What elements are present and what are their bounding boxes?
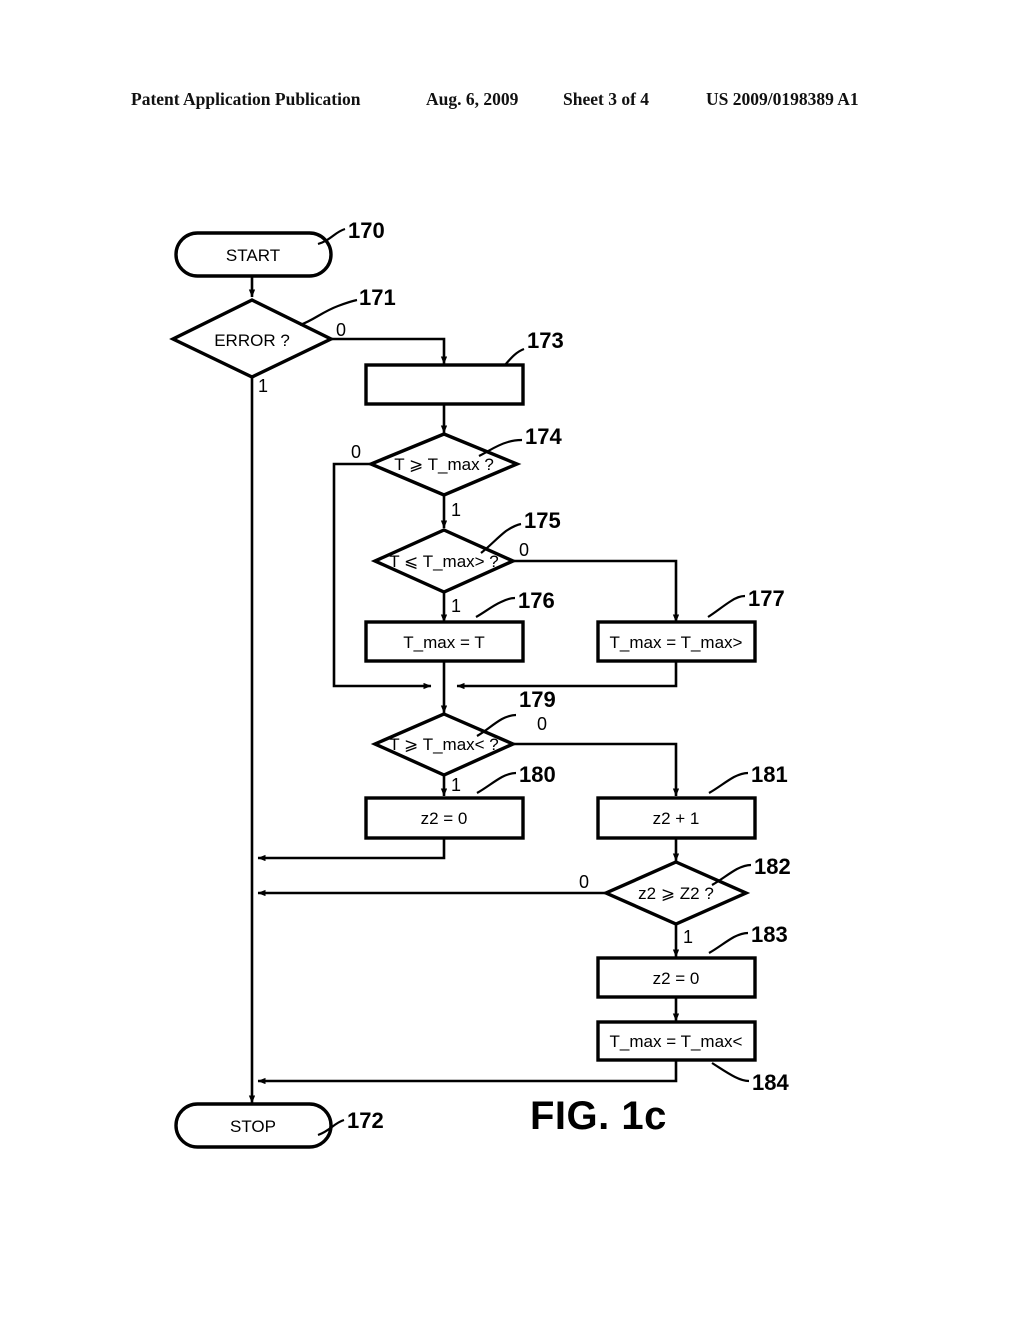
node-error-label: ERROR ? xyxy=(214,331,290,350)
leader-182 xyxy=(711,863,752,886)
ref-174: 174 xyxy=(525,424,562,449)
node-184-label: T_max = T_max< xyxy=(610,1032,743,1051)
figure-caption: FIG. 1c xyxy=(530,1094,667,1138)
ref-179: 179 xyxy=(519,687,556,712)
node-174-label: T ⩾ T_max ? xyxy=(394,455,494,474)
ref-180: 180 xyxy=(519,762,556,787)
branch-label-error-1: 1 xyxy=(258,376,268,396)
connector-177-to-179 xyxy=(456,661,678,690)
branch-label-175-0: 0 xyxy=(519,540,529,560)
branch-label-174-1: 1 xyxy=(451,500,461,520)
leader-177 xyxy=(707,594,746,618)
leader-173 xyxy=(504,347,525,366)
leader-180 xyxy=(476,771,517,794)
ref-183: 183 xyxy=(751,922,788,947)
branch-label-182-1: 1 xyxy=(683,927,693,947)
node-177-label: T_max = T_max> xyxy=(610,633,743,652)
leader-183 xyxy=(708,931,749,954)
ref-184: 184 xyxy=(752,1070,789,1095)
branch-label-182-0: 0 xyxy=(579,872,589,892)
connector-184-to-rail xyxy=(257,1060,678,1085)
leader-184 xyxy=(711,1062,750,1083)
branch-label-error-0: 0 xyxy=(336,320,346,340)
leader-181 xyxy=(708,771,749,794)
leader-179 xyxy=(476,713,517,737)
node-183-label: z2 = 0 xyxy=(653,969,700,988)
node-179-label: T ⩾ T_max< ? xyxy=(389,735,499,754)
branch-label-174-0: 0 xyxy=(351,442,361,462)
ref-175: 175 xyxy=(524,508,561,533)
node-175-label: T ⩽ T_max> ? xyxy=(389,552,499,571)
node-173-box xyxy=(364,363,525,406)
node-stop-label: STOP xyxy=(230,1117,276,1136)
ref-171: 171 xyxy=(359,285,396,310)
ref-173: 173 xyxy=(527,328,564,353)
leader-175 xyxy=(480,522,522,554)
branch-label-175-1: 1 xyxy=(451,596,461,616)
leader-171 xyxy=(299,298,358,327)
ref-181: 181 xyxy=(751,762,788,787)
leader-174 xyxy=(478,438,523,457)
connector-error-0-to-173 xyxy=(330,337,448,365)
ref-182: 182 xyxy=(754,854,791,879)
ref-177: 177 xyxy=(748,586,785,611)
ref-172: 172 xyxy=(347,1108,384,1133)
node-180-label: z2 = 0 xyxy=(421,809,468,828)
ref-170: 170 xyxy=(348,218,385,243)
connector-180-to-rail xyxy=(257,838,446,862)
ref-176: 176 xyxy=(518,588,555,613)
flowchart-figure: START ERROR ? T ⩾ T_max ? T ⩽ T_max> ? T… xyxy=(0,0,1024,1320)
leader-176 xyxy=(475,596,516,618)
node-start-label: START xyxy=(226,246,280,265)
node-181-label: z2 + 1 xyxy=(653,809,700,828)
node-182-label: z2 ⩾ Z2 ? xyxy=(638,884,714,903)
branch-label-179-1: 1 xyxy=(451,775,461,795)
node-176-label: T_max = T xyxy=(403,633,484,652)
branch-label-179-0: 0 xyxy=(537,714,547,734)
